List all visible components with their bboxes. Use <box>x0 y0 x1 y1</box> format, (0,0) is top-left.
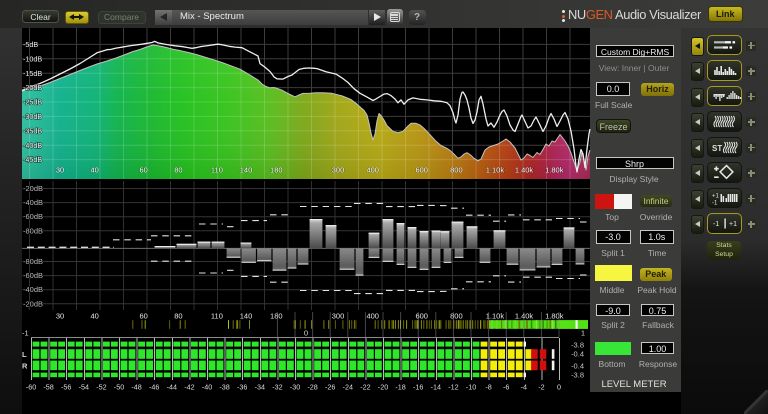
svg-text:-4: -4 <box>521 383 527 392</box>
svg-text:110: 110 <box>211 312 223 321</box>
svg-text:-58: -58 <box>43 383 53 392</box>
svg-text:R: R <box>22 362 28 371</box>
svg-text:1.10k: 1.10k <box>486 166 505 175</box>
svg-text:40: 40 <box>91 312 99 321</box>
svg-text:-18: -18 <box>395 383 405 392</box>
svg-text:1.40k: 1.40k <box>515 166 534 175</box>
svg-text:300: 300 <box>332 312 345 321</box>
svg-text:-28: -28 <box>307 383 317 392</box>
svg-text:-8: -8 <box>485 383 491 392</box>
svg-text:800: 800 <box>450 166 463 175</box>
svg-text:60: 60 <box>140 166 148 175</box>
svg-text:-30dB: -30dB <box>23 112 42 121</box>
svg-text:-10: -10 <box>466 383 476 392</box>
svg-text:-38: -38 <box>219 383 229 392</box>
svg-text:0: 0 <box>304 329 308 338</box>
svg-text:300: 300 <box>332 166 345 175</box>
svg-text:40: 40 <box>91 166 99 175</box>
svg-text:ST: ST <box>712 144 722 153</box>
svg-text:-5dB: -5dB <box>23 40 38 49</box>
svg-text:-40dB: -40dB <box>23 141 42 150</box>
svg-text:-6: -6 <box>503 383 509 392</box>
svg-text:-12: -12 <box>448 383 458 392</box>
svg-text:-1: -1 <box>712 200 718 206</box>
svg-text:140: 140 <box>240 166 253 175</box>
svg-text:-80dB: -80dB <box>23 257 43 266</box>
svg-text:-60dB: -60dB <box>23 271 43 280</box>
svg-text:L: L <box>22 350 27 359</box>
svg-text:0: 0 <box>557 383 561 392</box>
svg-text:80: 80 <box>174 312 182 321</box>
svg-text:-35dB: -35dB <box>23 126 42 135</box>
svg-text:-32: -32 <box>272 383 282 392</box>
svg-text:110: 110 <box>211 166 223 175</box>
svg-text:-44: -44 <box>167 383 177 392</box>
svg-text:140: 140 <box>240 312 253 321</box>
svg-text:-52: -52 <box>96 383 106 392</box>
svg-text:-20dB: -20dB <box>23 299 43 308</box>
svg-text:-34: -34 <box>255 383 265 392</box>
svg-text:-10dB: -10dB <box>23 54 42 63</box>
svg-text:600: 600 <box>415 312 428 321</box>
svg-text:-80dB: -80dB <box>23 226 43 235</box>
svg-text:180: 180 <box>270 312 283 321</box>
svg-text:+1: +1 <box>712 193 720 199</box>
svg-text:-36: -36 <box>237 383 247 392</box>
svg-text:-22: -22 <box>360 383 370 392</box>
svg-text:-3.8: -3.8 <box>571 341 584 350</box>
svg-text:-40: -40 <box>202 383 212 392</box>
svg-text:400: 400 <box>366 166 379 175</box>
svg-text:400: 400 <box>366 312 379 321</box>
svg-text:30: 30 <box>56 166 64 175</box>
svg-text:-16: -16 <box>413 383 423 392</box>
svg-text:-42: -42 <box>184 383 194 392</box>
svg-text:-56: -56 <box>61 383 71 392</box>
svg-text:-40dB: -40dB <box>23 198 43 207</box>
svg-text:-40dB: -40dB <box>23 285 43 294</box>
svg-text:-26: -26 <box>325 383 335 392</box>
svg-text:-15dB: -15dB <box>23 69 42 78</box>
svg-text:-24: -24 <box>343 383 353 392</box>
svg-text:60: 60 <box>140 312 148 321</box>
svg-text:800: 800 <box>450 312 463 321</box>
svg-text:-46: -46 <box>149 383 159 392</box>
svg-text:-2: -2 <box>538 383 544 392</box>
svg-text:-50: -50 <box>114 383 124 392</box>
svg-text:-60: -60 <box>26 383 36 392</box>
svg-text:-30: -30 <box>290 383 300 392</box>
svg-text:-0.4: -0.4 <box>571 349 584 358</box>
svg-text:-20dB: -20dB <box>23 83 42 92</box>
svg-text:-54: -54 <box>79 383 89 392</box>
svg-text:-45dB: -45dB <box>23 155 42 164</box>
svg-text:-20dB: -20dB <box>23 184 43 193</box>
svg-text:30: 30 <box>56 312 64 321</box>
svg-text:-60dB: -60dB <box>23 212 43 221</box>
svg-text:+1: +1 <box>729 221 737 228</box>
svg-text:-14: -14 <box>431 383 441 392</box>
svg-text:-1: -1 <box>22 329 29 338</box>
svg-text:180: 180 <box>270 166 283 175</box>
svg-text:-25dB: -25dB <box>23 98 42 107</box>
svg-text:-20: -20 <box>378 383 388 392</box>
svg-text:1.80k: 1.80k <box>545 166 564 175</box>
svg-text:-1: -1 <box>713 221 719 228</box>
svg-text:80: 80 <box>174 166 182 175</box>
svg-text:-48: -48 <box>131 383 141 392</box>
svg-text:600: 600 <box>415 166 428 175</box>
